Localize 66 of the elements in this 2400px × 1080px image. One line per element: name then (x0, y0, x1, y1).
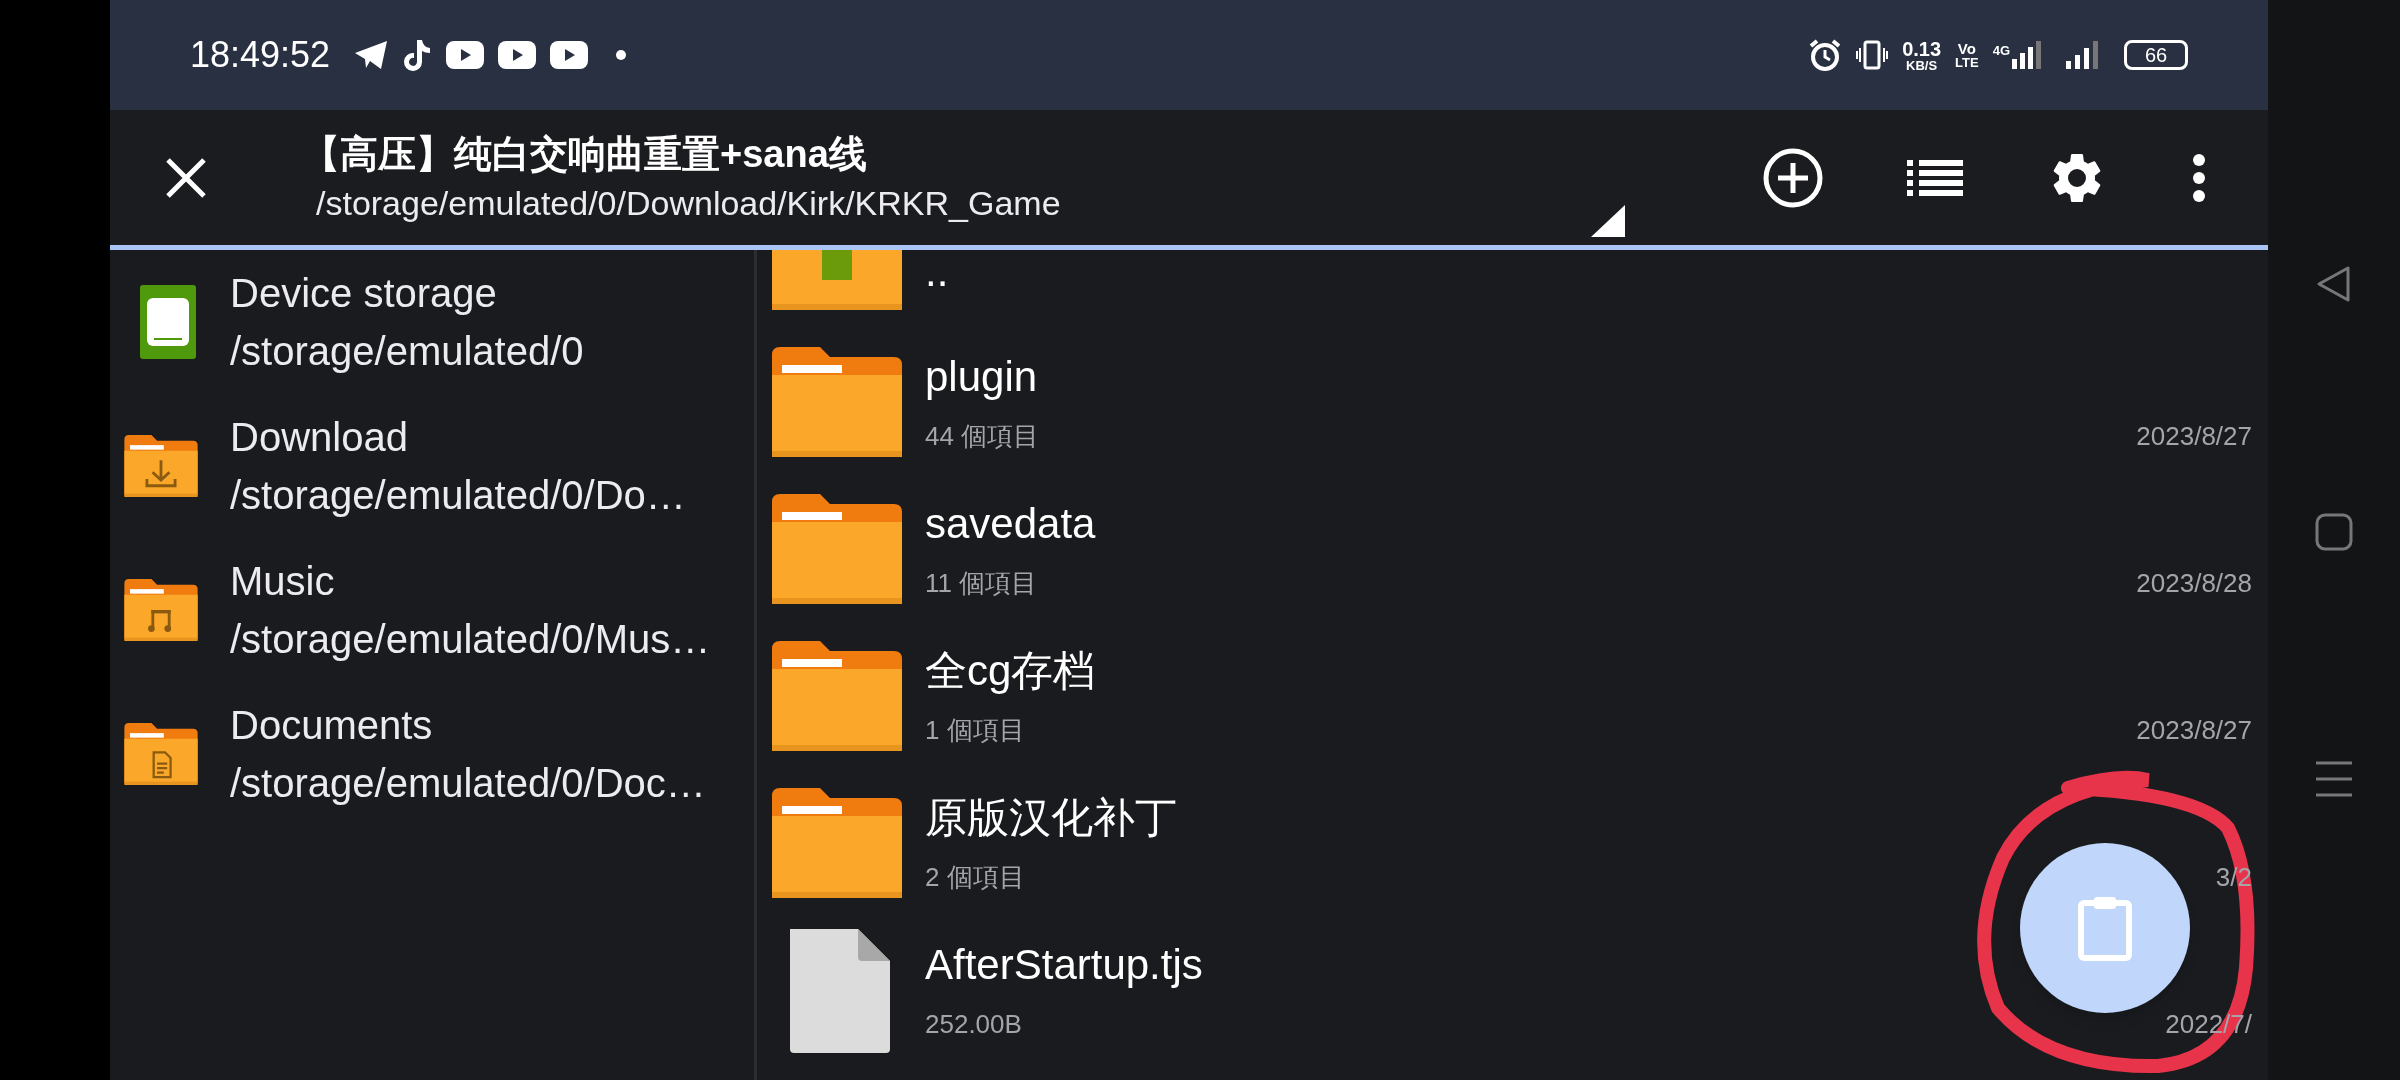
file-date: 2023/8/27 (2136, 419, 2252, 453)
file-date: 2023/8/28 (2136, 566, 2252, 600)
close-icon (164, 155, 208, 200)
add-icon (1762, 146, 1824, 209)
file-info: 252.00B (925, 1007, 1022, 1041)
video-play-icon (446, 41, 485, 69)
location-name: Music (230, 558, 336, 605)
file-row[interactable]: plugin 44 個項目 2023/8/27 (772, 337, 2252, 467)
file-row[interactable]: 全cg存档 1 個項目 2023/8/27 (772, 631, 2252, 761)
file-info: 1 個項目 (925, 713, 1025, 747)
volte-label: Vo (1957, 41, 1976, 56)
file-name: plugin (925, 351, 1038, 402)
video-play-icon (550, 41, 589, 69)
sidebar-item[interactable]: Download /storage/emulated/0/Do… (110, 416, 754, 516)
music-folder-icon (124, 579, 198, 641)
corner-triangle-icon (1590, 205, 1625, 237)
clock: 18:49:52 (190, 33, 331, 77)
location-name: Download (230, 414, 409, 461)
signal-icon (2066, 41, 2100, 69)
network-speed: 0.13 (1902, 38, 1942, 59)
music-note-icon (402, 38, 433, 72)
paper-plane-icon (354, 40, 389, 70)
file-info: 2 個項目 (925, 860, 1025, 894)
file-name: .. (925, 250, 949, 297)
documents-folder-icon (124, 723, 198, 785)
sidebar-item[interactable]: Music /storage/emulated/0/Mus… (110, 560, 754, 660)
video-play-icon (498, 41, 537, 69)
folder-path: /storage/emulated/0/Download/Kirk/KRKR_Game (316, 183, 1061, 224)
file-row[interactable]: savedata 11 個項目 2023/8/28 (772, 484, 2252, 614)
file-name: 原版汉化补丁 (925, 792, 1177, 843)
signal-icon (2012, 41, 2042, 69)
recents-icon[interactable] (2315, 761, 2353, 797)
network-speed-unit: KB/S (1906, 58, 1938, 72)
folder-icon (772, 347, 902, 457)
file-row[interactable]: .. (772, 250, 2252, 320)
location-path: /storage/emulated/0 (230, 328, 584, 375)
location-path: /storage/emulated/0/Doc… (230, 760, 706, 807)
file-info: 11 個項目 (925, 566, 1038, 600)
download-folder-icon (124, 435, 198, 497)
network-type: 4G (1992, 42, 2010, 60)
location-path: /storage/emulated/0/Mus… (230, 616, 711, 663)
more-icon (2192, 152, 2206, 203)
list-icon (1907, 159, 1963, 196)
folder-icon (772, 788, 902, 898)
alarm-clock-icon (1808, 38, 1843, 72)
file-name: savedata (925, 498, 1096, 549)
location-name: Device storage (230, 270, 498, 317)
folder-title: 【高压】纯白交响曲重置+sana线 (302, 131, 868, 177)
sidebar-item[interactable]: Documents /storage/emulated/0/Doc… (110, 704, 754, 804)
sidebar-item[interactable]: Device storage /storage/emulated/0 (110, 272, 754, 372)
dot-icon (616, 50, 627, 60)
folder-icon (772, 641, 902, 751)
file-name: 全cg存档 (925, 645, 1096, 696)
file-date: 2023/8/27 (2136, 713, 2252, 747)
back-icon[interactable] (2316, 265, 2352, 303)
volte-label: LTE (1955, 56, 1979, 69)
location-name: Documents (230, 702, 434, 749)
vibrate-icon (1856, 39, 1889, 71)
file-info: 44 個項目 (925, 419, 1040, 453)
file-name: AfterStartup.tjs (925, 939, 1203, 990)
storage-icon (140, 285, 196, 359)
home-icon[interactable] (2315, 513, 2353, 551)
location-path: /storage/emulated/0/Do… (230, 472, 686, 519)
clipboard-icon (2077, 895, 2133, 961)
battery-indicator: 66 (2124, 40, 2188, 70)
folder-icon (772, 494, 902, 604)
